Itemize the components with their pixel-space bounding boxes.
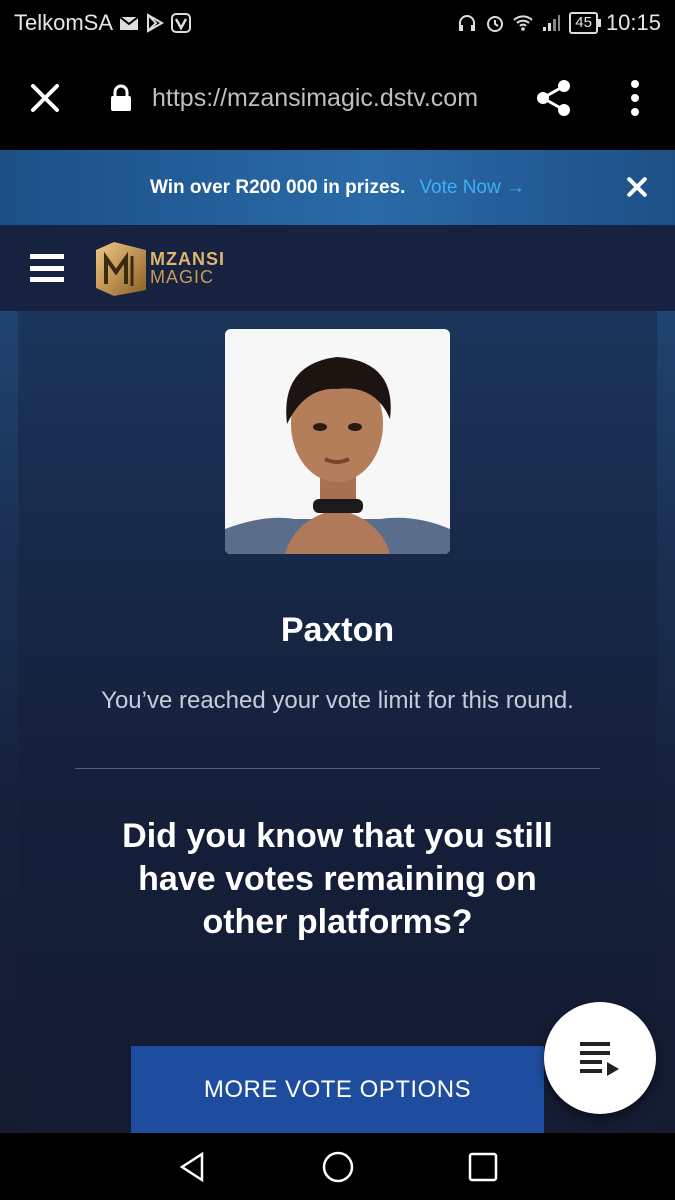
system-nav-bar xyxy=(0,1133,675,1200)
contestant-photo xyxy=(225,329,450,554)
site-logo[interactable]: MZANSI MAGIC xyxy=(94,240,225,296)
headset-icon xyxy=(459,15,476,31)
status-left: TelkomSA xyxy=(14,10,192,36)
share-icon[interactable] xyxy=(534,78,574,118)
more-vote-options-button[interactable]: MORE VOTE OPTIONS xyxy=(131,1046,544,1133)
logo-text-mzansi: MZANSI xyxy=(150,249,225,269)
contestant-name: Paxton xyxy=(280,611,395,649)
close-tab-icon[interactable] xyxy=(24,77,66,119)
vote-result-panel: Paxton You’ve reached your vote limit fo… xyxy=(0,311,675,1133)
gmail-icon xyxy=(119,16,139,30)
hamburger-menu-icon[interactable] xyxy=(30,254,64,282)
other-platforms-question: Did you know that you still have votes r… xyxy=(122,817,553,941)
battery-indicator: 45 xyxy=(569,12,601,34)
wifi-icon xyxy=(513,15,533,31)
status-bar: TelkomSA 45 10:15 xyxy=(0,0,675,46)
carrier-label: TelkomSA xyxy=(14,10,114,35)
status-right: 45 10:15 xyxy=(457,10,661,36)
more-menu-icon[interactable] xyxy=(630,80,640,116)
promo-banner: Win over R200 000 in prizes. Vote Now → xyxy=(0,150,675,225)
vote-limit-message: You’ve reached your vote limit for this … xyxy=(101,687,574,714)
playlist-icon xyxy=(580,1042,619,1076)
logo-text-magic: MAGIC xyxy=(150,267,215,287)
close-banner-icon[interactable] xyxy=(625,175,649,199)
promo-text: Win over R200 000 in prizes. xyxy=(150,176,406,198)
browser-toolbar: https://mzansimagic.dstv.com xyxy=(0,46,675,150)
clock: 10:15 xyxy=(605,10,661,35)
back-icon[interactable] xyxy=(176,1150,210,1184)
play-store-icon xyxy=(147,13,165,33)
vpn-icon xyxy=(171,13,192,33)
lock-icon xyxy=(111,84,131,111)
portrait-image xyxy=(225,329,450,554)
alarm-icon xyxy=(487,16,504,32)
site-header: MZANSI MAGIC xyxy=(0,225,675,311)
logo-mark-icon xyxy=(96,242,146,296)
vote-now-link[interactable]: Vote Now → xyxy=(419,177,525,199)
recents-icon[interactable] xyxy=(466,1150,500,1184)
playlist-fab-button[interactable] xyxy=(544,1002,656,1114)
divider xyxy=(75,768,600,769)
signal-icon xyxy=(543,15,561,31)
url-bar[interactable]: https://mzansimagic.dstv.com xyxy=(152,84,494,113)
home-icon[interactable] xyxy=(321,1150,355,1184)
